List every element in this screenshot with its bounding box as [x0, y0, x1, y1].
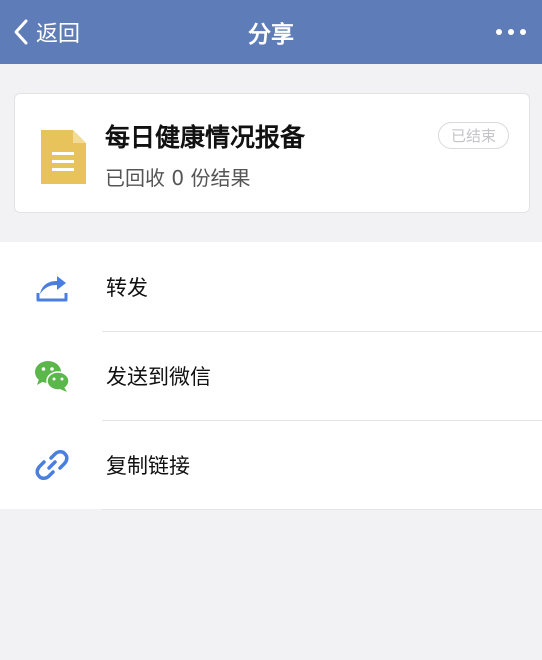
share-menu: 转发 发送到微信 复制链接	[0, 242, 542, 509]
card-subtitle: 已回收 0 份结果	[105, 166, 251, 190]
link-icon	[35, 450, 69, 480]
form-card[interactable]: 每日健康情况报备 已回收 0 份结果 已结束	[14, 93, 530, 213]
copy-link-item[interactable]: 复制链接	[0, 420, 542, 509]
status-badge: 已结束	[437, 122, 509, 149]
forward-label: 转发	[106, 275, 148, 300]
copy-link-label: 复制链接	[106, 453, 190, 478]
forward-item[interactable]: 转发	[0, 242, 542, 331]
page-title: 分享	[248, 22, 294, 48]
send-to-wechat-item[interactable]: 发送到微信	[0, 331, 542, 420]
card-title: 每日健康情况报备	[105, 123, 306, 152]
wechat-icon	[35, 361, 70, 392]
navbar: 返回 分享	[0, 0, 542, 64]
send-to-wechat-label: 发送到微信	[106, 364, 211, 389]
more-icon[interactable]	[496, 0, 526, 64]
back-label: 返回	[36, 22, 81, 47]
chevron-left-icon	[14, 19, 28, 45]
divider	[102, 509, 542, 510]
share-forward-icon	[36, 276, 68, 302]
document-icon	[41, 130, 86, 184]
back-button[interactable]: 返回	[12, 0, 80, 64]
